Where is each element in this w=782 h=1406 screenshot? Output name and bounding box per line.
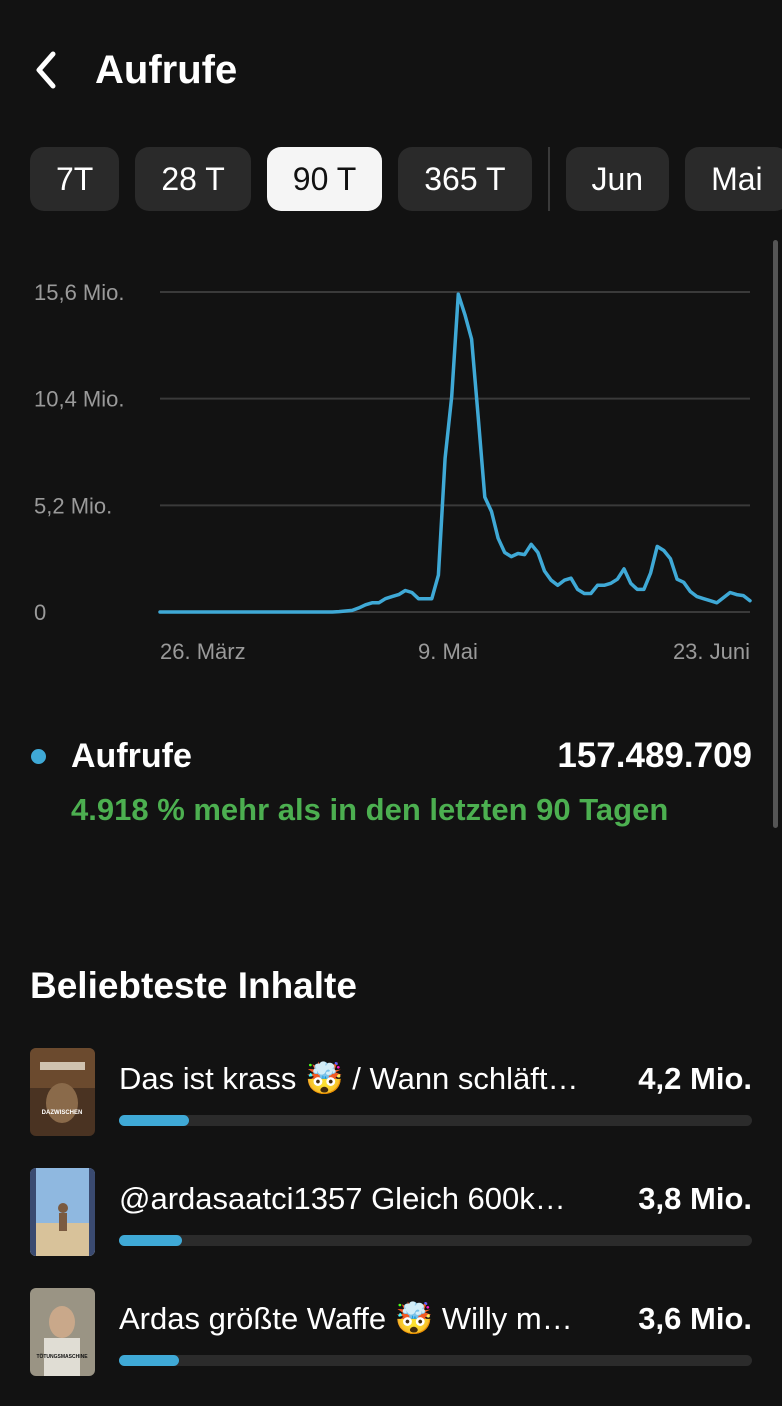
tab-90t[interactable]: 90 T — [266, 147, 383, 211]
tab-divider — [547, 147, 550, 211]
series-line — [158, 292, 752, 614]
thumbnail-image: DAZWISCHEN — [30, 1048, 95, 1136]
content-title: Ardas größte Waffe 🤯 Willy m… — [119, 1301, 573, 1336]
progress-fill — [119, 1115, 189, 1126]
x-tick-label: 23. Juni — [673, 639, 750, 664]
thumbnail-image — [30, 1168, 95, 1256]
tab-jun[interactable]: Jun — [565, 147, 670, 211]
section-title: Beliebteste Inhalte — [30, 965, 357, 1006]
content-views: 3,6 Mio. — [638, 1301, 752, 1336]
list-item[interactable]: DAZWISCHEN Das ist krass 🤯 / Wann schläf… — [30, 1048, 752, 1168]
progress-track — [119, 1355, 752, 1366]
views-line-chart: 15,6 Mio. 10,4 Mio. 5,2 Mio. 0 26. März 9. Ma… — [0, 270, 782, 680]
summary-label: Aufrufe — [71, 736, 192, 775]
tab-365t[interactable]: 365 T — [398, 147, 532, 211]
content-title: @ardasaatci1357 Gleich 600k… — [119, 1181, 566, 1216]
chevron-left-icon — [36, 51, 56, 89]
page-title: Aufrufe — [95, 48, 238, 92]
x-tick-label: 9. Mai — [418, 639, 478, 664]
header: Aufrufe — [0, 30, 782, 110]
list-item[interactable]: @ardasaatci1357 Gleich 600k… 3,8 Mio. — [30, 1168, 752, 1288]
progress-fill — [119, 1235, 183, 1246]
thumbnail-caption: DAZWISCHEN — [42, 1110, 83, 1116]
thumbnail-caption: TÖTUNGSMASCHINE — [36, 1353, 88, 1360]
y-tick-label: 10,4 Mio. — [34, 387, 125, 412]
content-views: 3,8 Mio. — [638, 1181, 752, 1216]
progress-track — [119, 1235, 752, 1246]
tab-28t[interactable]: 28 T — [135, 147, 251, 211]
tab-7t[interactable]: 7T — [30, 147, 120, 211]
x-tick-label: 26. März — [160, 639, 246, 664]
content-title: Das ist krass 🤯 / Wann schläft… — [119, 1061, 579, 1096]
tab-mai[interactable]: Mai — [685, 147, 782, 211]
summary-total: 157.489.709 — [557, 736, 752, 775]
y-tick-label: 5,2 Mio. — [34, 493, 112, 518]
series-legend-dot — [31, 748, 46, 764]
content-views: 4,2 Mio. — [638, 1061, 752, 1096]
summary: Aufrufe 157.489.709 4.918 % mehr als in … — [30, 730, 752, 828]
progress-fill — [119, 1355, 180, 1366]
summary-change-text: 4.918 % mehr als in den letzten 90 Tagen — [71, 792, 669, 827]
thumbnail-image: TÖTUNGSMASCHINE — [30, 1288, 95, 1376]
y-tick-label: 15,6 Mio. — [34, 280, 125, 305]
back-button[interactable] — [24, 46, 68, 94]
y-tick-label: 0 — [34, 600, 46, 625]
list-item[interactable]: TÖTUNGSMASCHINE Ardas größte Waffe 🤯 Wil… — [30, 1288, 752, 1406]
top-content-list: DAZWISCHEN Das ist krass 🤯 / Wann schläf… — [30, 1048, 752, 1406]
period-tabs: 7T 28 T 90 T 365 T Jun Mai — [30, 146, 782, 212]
progress-track — [119, 1115, 752, 1126]
